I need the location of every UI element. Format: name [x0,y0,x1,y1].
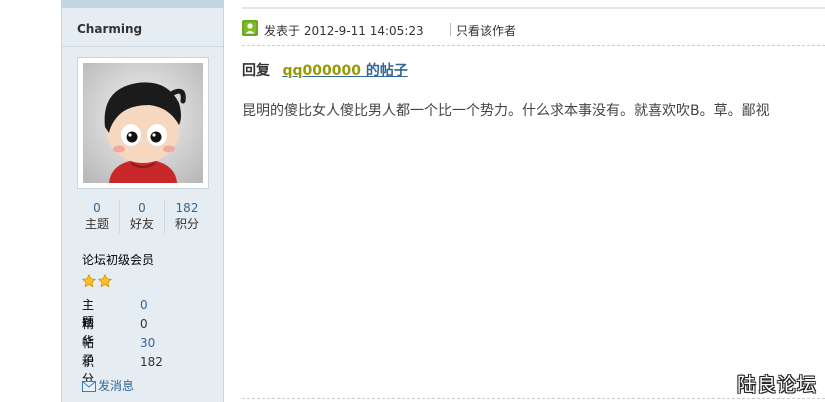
author-sidebar: Charming 0 主题 0 好友 182 积分 论坛初级会员 主题 0 精华… [61,0,224,402]
stat-value: 182 [175,201,199,215]
stat-points[interactable]: 182 积分 [165,200,209,232]
online-status-icon [242,20,258,36]
info-value-points: 182 [140,355,163,369]
envelope-icon [82,381,96,392]
author-stats: 0 主题 0 好友 182 积分 [75,200,209,236]
stat-value: 0 [138,201,146,215]
send-message-link[interactable]: 发消息 [82,377,134,394]
star-icon [98,274,112,288]
sidebar-top-bar [62,0,223,8]
stat-value: 0 [93,201,101,215]
author-name[interactable]: Charming [77,22,142,36]
divider [242,45,825,46]
send-message-label: 发消息 [98,379,135,393]
info-value-topics[interactable]: 0 [140,298,148,312]
quoted-username: qq000000 [282,63,361,79]
quoted-post-link[interactable]: qq000000 的帖子 [282,63,407,79]
post-timestamp: 发表于 2012-9-11 14:05:23 [264,24,424,38]
rank-stars [82,274,112,288]
info-value-digest: 0 [140,317,148,331]
divider [242,398,825,399]
divider [62,46,223,47]
avatar[interactable] [77,57,209,189]
star-icon [82,274,96,288]
only-author-link[interactable]: 只看该作者 [456,22,516,39]
avatar-image [83,63,203,183]
stat-friends[interactable]: 0 好友 [120,200,164,232]
stat-label: 主题 [84,217,109,231]
stat-label: 积分 [174,217,199,231]
post-header: 发表于 2012-9-11 14:05:23 只看该作者 [242,20,825,40]
member-rank[interactable]: 论坛初级会员 [82,251,154,268]
post-body: 昆明的傻比女人傻比男人都一个比一个势力。什么求本事没有。就喜欢吹B。草。鄙视 [242,103,770,119]
post-content-area: 发表于 2012-9-11 14:05:23 只看该作者 回复 qq000000… [223,0,825,402]
divider [242,7,825,9]
stat-label: 好友 [129,217,154,231]
divider [450,23,451,36]
site-watermark: 陆良论坛 [736,374,817,396]
stat-topics[interactable]: 0 主题 [75,200,119,232]
quoted-post-suffix: 的帖子 [360,63,408,79]
reply-quote: 回复 qq000000 的帖子 [242,60,408,80]
reply-label: 回复 [242,63,270,79]
info-value-posts[interactable]: 30 [140,336,155,350]
